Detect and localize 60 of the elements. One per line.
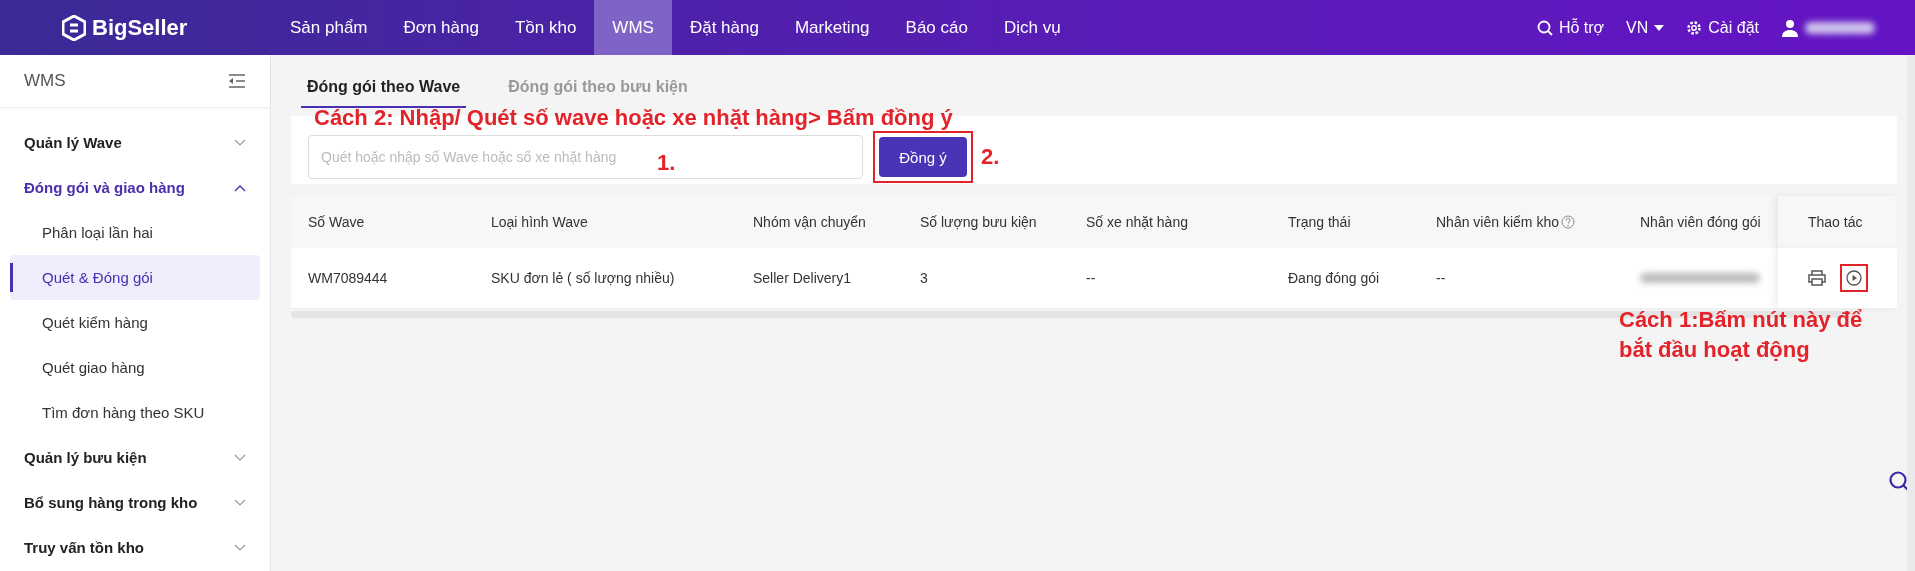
blurred-username bbox=[1805, 21, 1875, 34]
step-label: 2. bbox=[981, 144, 1000, 170]
nav-tab[interactable]: Báo cáo bbox=[887, 0, 986, 55]
nav-tab[interactable]: Đặt hàng bbox=[671, 0, 777, 55]
sidebar-item[interactable]: Quét giao hàng bbox=[10, 345, 260, 390]
table-cell: WM7089444 bbox=[291, 248, 474, 309]
settings-icon bbox=[1686, 19, 1703, 36]
logo-text[interactable]: BigSeller bbox=[92, 14, 188, 41]
vertical-scrollbar[interactable] bbox=[1907, 55, 1915, 571]
caret-icon bbox=[1654, 24, 1665, 31]
column-header: Thao tác bbox=[1778, 196, 1897, 248]
sidebar-group[interactable]: Truy vấn tồn kho bbox=[0, 525, 270, 570]
play-icon[interactable] bbox=[1846, 270, 1862, 286]
nav-tab[interactable]: Đơn hàng bbox=[385, 0, 497, 55]
chevron-down-icon bbox=[234, 453, 246, 462]
nav-tab[interactable]: Sản phẩm bbox=[272, 0, 386, 55]
sidebar-group[interactable]: Đóng gói và giao hàng bbox=[0, 165, 270, 210]
sidebar-title: WMS bbox=[24, 71, 66, 91]
table-cell: Seller Delivery1 bbox=[736, 248, 903, 309]
user-icon[interactable] bbox=[1781, 18, 1799, 37]
column-header: Số lượng bưu kiện bbox=[903, 196, 1069, 248]
search-icon bbox=[1536, 19, 1553, 36]
column-header: Loại hình Wave bbox=[474, 196, 736, 248]
nav-tab[interactable]: WMS bbox=[594, 0, 672, 55]
column-header: Trạng thái bbox=[1271, 196, 1419, 248]
help-link[interactable]: Hỗ trợ bbox=[1558, 18, 1605, 37]
confirm-button[interactable]: Đồng ý bbox=[879, 137, 967, 177]
column-header: Nhân viên đóng gói bbox=[1623, 196, 1778, 248]
sidebar-group[interactable]: Quản lý Wave bbox=[0, 120, 270, 165]
table-cell: Đang đóng gói bbox=[1271, 248, 1419, 309]
chevron-down-icon bbox=[234, 498, 246, 507]
sidebar-item[interactable]: Quét & Đóng gói bbox=[10, 255, 260, 300]
logo-icon bbox=[62, 14, 86, 41]
nav-tab[interactable]: Dịch vụ bbox=[985, 0, 1079, 55]
sidebar-group[interactable]: Bổ sung hàng trong kho bbox=[0, 480, 270, 525]
settings-link[interactable]: Cài đặt bbox=[1708, 18, 1759, 37]
nav-tab[interactable]: Tồn kho bbox=[496, 0, 595, 55]
chevron-down-icon bbox=[234, 138, 246, 147]
sidebar-item[interactable]: Phân loại lần hai bbox=[10, 210, 260, 255]
column-header: Nhóm vận chuyển bbox=[736, 196, 903, 248]
column-header: Số xe nhặt hàng bbox=[1069, 196, 1271, 248]
print-icon[interactable] bbox=[1808, 270, 1826, 286]
chevron-up-icon bbox=[234, 183, 246, 192]
table-cell: -- bbox=[1069, 248, 1271, 309]
step-label: 1. bbox=[657, 150, 676, 176]
table-cell: -- bbox=[1419, 248, 1623, 309]
column-header: Số Wave bbox=[291, 196, 474, 248]
sidebar-item[interactable]: Tìm đơn hàng theo SKU bbox=[10, 390, 260, 435]
table-cell: 3 bbox=[903, 248, 1069, 309]
instruction-annotation: Cách 1:Bấm nút này để bắt đầu hoạt động bbox=[1619, 306, 1864, 364]
collapse-menu-icon[interactable] bbox=[228, 74, 246, 88]
sidebar-item[interactable]: Quét kiểm hàng bbox=[10, 300, 260, 345]
instruction-annotation: Cách 2: Nhập/ Quét số wave hoặc xe nhặt hàng> Bấm đồng ý bbox=[314, 105, 953, 131]
tab[interactable]: Đóng gói theo Wave bbox=[301, 77, 467, 108]
table-cell: SKU đơn lẻ ( số lượng nhiều) bbox=[474, 248, 736, 309]
sidebar-group[interactable]: Quản lý bưu kiện bbox=[0, 435, 270, 480]
nav-tab[interactable]: Marketing bbox=[776, 0, 888, 55]
column-header: Nhân viên kiểm kho bbox=[1419, 196, 1623, 248]
chevron-down-icon bbox=[234, 543, 246, 552]
language-selector[interactable]: VN bbox=[1626, 18, 1649, 37]
